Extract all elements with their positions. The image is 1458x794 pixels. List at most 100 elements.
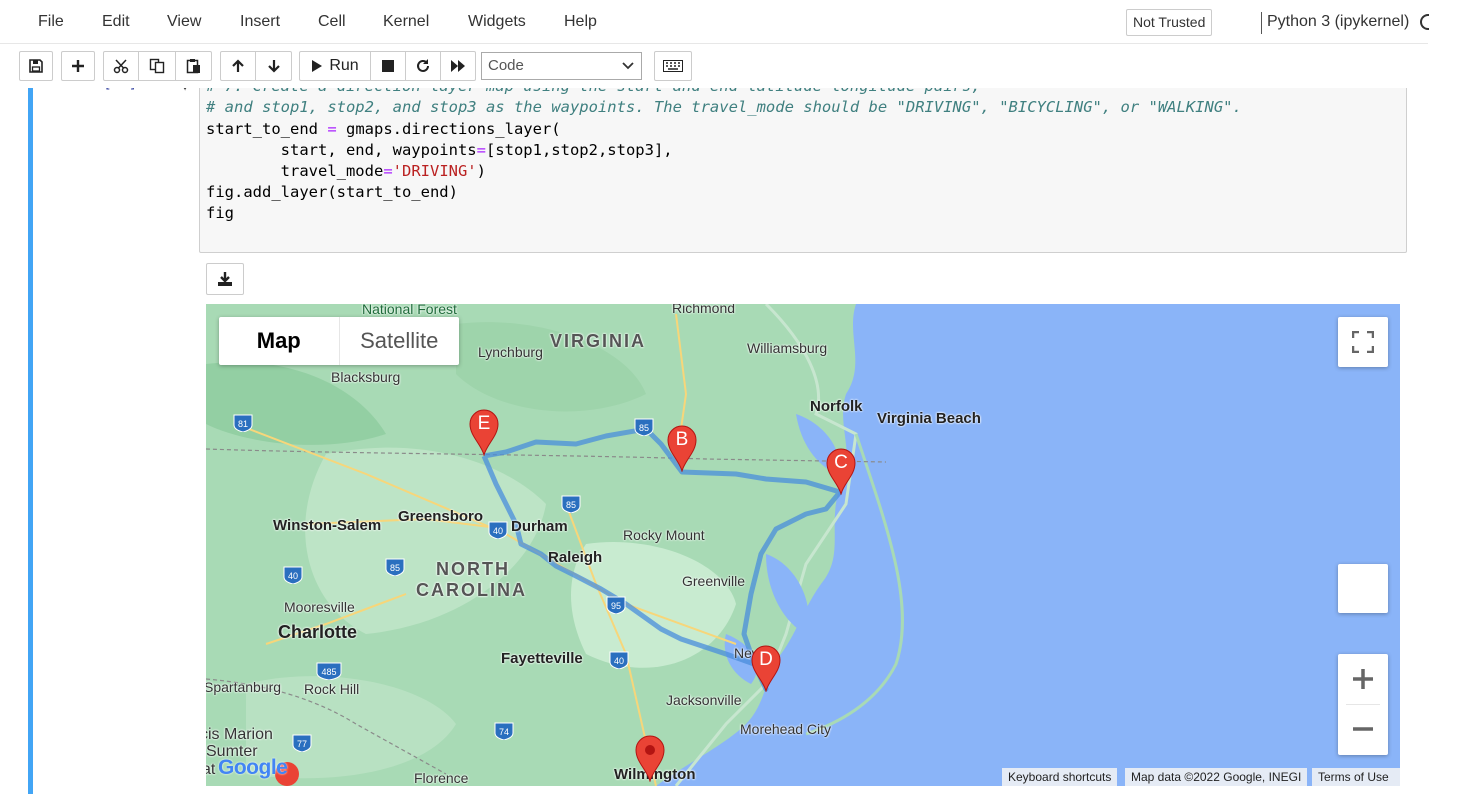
copy-button[interactable] <box>139 51 176 81</box>
interstate-85-shield-mid: 85 <box>561 495 581 513</box>
restart-button[interactable] <box>406 51 441 81</box>
interstate-40-shield-durham: 40 <box>488 521 508 539</box>
interrupt-button[interactable] <box>371 51 406 81</box>
map-label-williamsburg: Williamsburg <box>747 340 828 356</box>
paste-icon <box>186 59 200 74</box>
code-line-3: start_to_end = gmaps.directions_layer( <box>206 120 561 138</box>
map-data-attribution: Map data ©2022 Google, INEGI <box>1125 768 1308 786</box>
save-button[interactable] <box>19 51 53 81</box>
code-line-6: fig.add_layer(start_to_end) <box>206 183 458 201</box>
svg-text:485: 485 <box>321 667 336 677</box>
interstate-40-shield-west: 40 <box>283 566 303 584</box>
insert-cell-button[interactable] <box>61 51 95 81</box>
route-marker-start[interactable] <box>634 734 666 783</box>
stop-icon <box>382 60 394 72</box>
menu-kernel[interactable]: Kernel <box>383 13 429 31</box>
svg-text:85: 85 <box>390 563 400 573</box>
minus-icon <box>1353 727 1373 731</box>
cell-type-select[interactable]: Code <box>481 52 642 80</box>
map-type-satellite-button[interactable]: Satellite <box>340 317 460 365</box>
menu-help[interactable]: Help <box>564 13 597 31</box>
arrow-down-icon <box>267 60 280 73</box>
zoom-control <box>1338 654 1388 755</box>
run-button[interactable]: Run <box>299 51 371 81</box>
route-marker-b[interactable]: B <box>666 424 698 473</box>
svg-text:95: 95 <box>611 601 621 611</box>
cut-icon <box>113 59 129 74</box>
menu-widgets[interactable]: Widgets <box>468 13 526 31</box>
terms-of-use-link[interactable]: Terms of Use <box>1312 768 1400 786</box>
keyboard-shortcuts-link[interactable]: Keyboard shortcuts <box>1002 768 1118 786</box>
keyboard-icon <box>663 60 683 72</box>
svg-text:85: 85 <box>566 500 576 510</box>
marker-label-c: C <box>834 452 848 473</box>
map-pin-icon <box>635 735 665 783</box>
map-label-marion: cis Marion <box>206 726 273 743</box>
svg-text:40: 40 <box>614 656 624 666</box>
marker-label-b: B <box>675 429 689 450</box>
svg-text:74: 74 <box>499 727 509 737</box>
move-up-button[interactable] <box>220 51 256 81</box>
google-logo[interactable]: Google <box>218 756 288 780</box>
map-label-richmond: Richmond <box>672 304 736 316</box>
route-marker-d[interactable]: D <box>750 644 782 693</box>
map-label-rocky-mount: Rocky Mount <box>623 527 705 543</box>
restart-icon <box>417 59 429 72</box>
menu-file[interactable]: File <box>38 13 64 31</box>
menu-edit[interactable]: Edit <box>102 13 130 31</box>
cell-selection-bar <box>28 88 33 794</box>
restart-run-all-button[interactable] <box>441 51 476 81</box>
map-label-north: NORTH <box>436 559 510 579</box>
map-type-control: Map Satellite <box>219 317 459 365</box>
svg-text:40: 40 <box>493 526 503 536</box>
map-label-raleigh: Raleigh <box>548 549 603 566</box>
menu-insert[interactable]: Insert <box>240 13 280 31</box>
plus-icon <box>1353 669 1373 689</box>
map-label-winston-salem: Winston-Salem <box>273 517 382 534</box>
interstate-81-shield: 81 <box>233 414 253 432</box>
paste-button[interactable] <box>176 51 212 81</box>
map-label-carolina: CAROLINA <box>416 580 527 600</box>
menubar: File Edit View Insert Cell Kernel Widget… <box>0 0 1429 44</box>
chevron-down-icon <box>622 62 634 70</box>
menu-view[interactable]: View <box>167 13 201 31</box>
map-label-greensboro: Greensboro <box>398 508 484 525</box>
interstate-85-shield-north: 85 <box>634 418 654 436</box>
map-label-greenville: Greenville <box>682 573 746 589</box>
plus-icon <box>72 60 84 72</box>
command-palette-button[interactable] <box>654 51 692 81</box>
map-label-virginia: VIRGINIA <box>550 331 647 351</box>
zoom-out-button[interactable] <box>1338 704 1388 754</box>
fullscreen-button[interactable] <box>1338 317 1388 367</box>
cell-type-value: Code <box>488 57 524 74</box>
arrow-up-icon <box>232 59 244 72</box>
zoom-in-button[interactable] <box>1338 654 1388 704</box>
map-label-rock-hill: Rock Hill <box>304 681 360 697</box>
trust-status-button[interactable]: Not Trusted <box>1126 9 1213 36</box>
fast-forward-icon <box>451 60 465 72</box>
map-label-at: at <box>206 761 216 778</box>
street-view-pegman-button[interactable] <box>1338 564 1388 613</box>
map-label-jacksonville: Jacksonville <box>666 692 742 708</box>
map-label-fayetteville: Fayetteville <box>501 650 583 667</box>
cut-button[interactable] <box>103 51 139 81</box>
interstate-77-shield: 77 <box>292 734 312 752</box>
move-down-button[interactable] <box>256 51 292 81</box>
code-editor[interactable]: # 7. Create a direction layer map using … <box>199 74 1407 253</box>
map-label-national-forest: National Forest <box>362 304 457 317</box>
marker-label-e: E <box>477 413 491 434</box>
menu-cell[interactable]: Cell <box>318 13 346 31</box>
svg-text:40: 40 <box>288 571 298 581</box>
code-line-7: fig <box>206 204 234 222</box>
map-type-map-button[interactable]: Map <box>219 317 340 365</box>
route-marker-c[interactable]: C <box>825 447 857 496</box>
map-label-spartanburg: Spartanburg <box>206 679 282 695</box>
download-button[interactable] <box>206 263 244 295</box>
kernel-status-icon <box>1420 14 1429 30</box>
svg-text:85: 85 <box>639 423 649 433</box>
map-label-morehead-city: Morehead City <box>740 721 832 737</box>
route-marker-e[interactable]: E <box>468 408 500 457</box>
interstate-40-shield-south: 40 <box>609 651 629 669</box>
google-map[interactable]: National Forest Richmond Lynchburg VIRGI… <box>206 304 1400 786</box>
kernel-separator <box>1261 12 1262 34</box>
